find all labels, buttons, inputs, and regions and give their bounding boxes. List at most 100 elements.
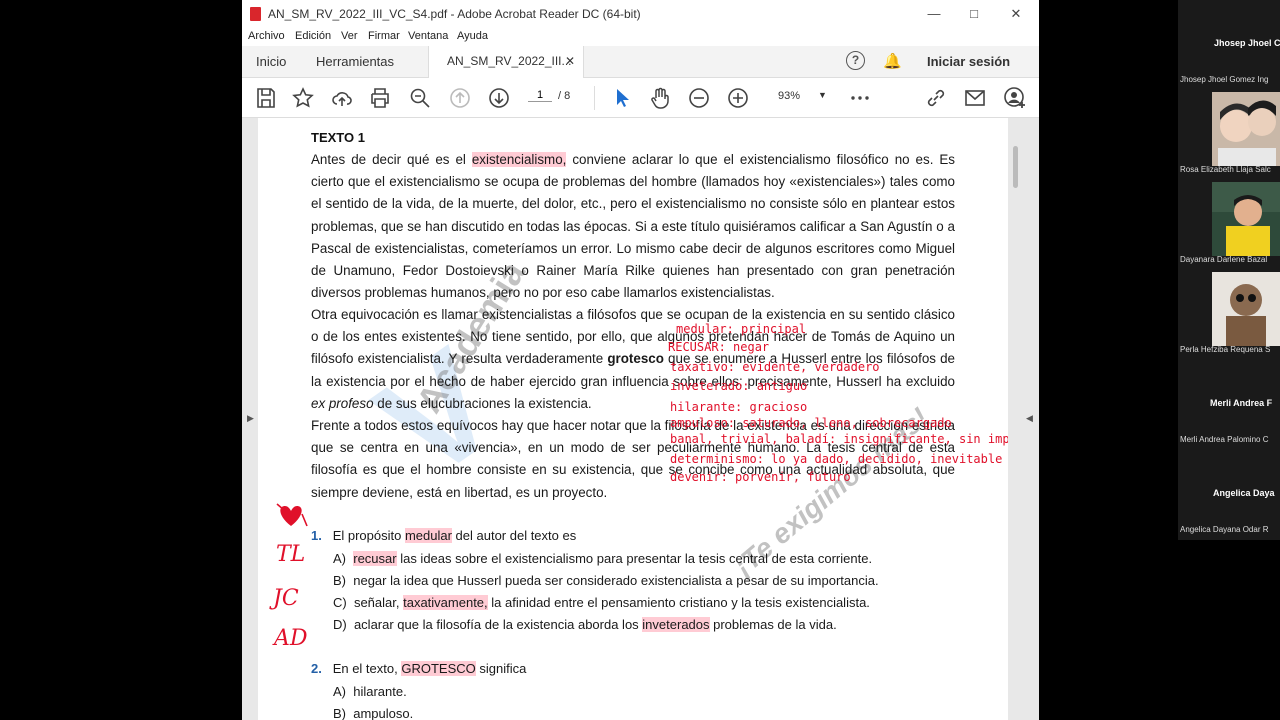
option-1d[interactable]: D) aclarar que la filosofía de la existe… <box>333 617 837 632</box>
participant-tile[interactable]: Rosa Elizabeth Llaja Salc <box>1178 90 1280 178</box>
participant-tile[interactable]: Dayanara Darlene Bazal <box>1178 180 1280 268</box>
handwritten-jc: JC <box>273 586 299 611</box>
mail-icon[interactable] <box>963 86 987 110</box>
option-text: ampuloso. <box>353 706 414 720</box>
annotation-inveterado: inveterado: antiguo <box>670 379 808 393</box>
highlight-taxativamente: taxativamente, <box>403 595 488 610</box>
zoom-in-icon[interactable] <box>726 86 750 110</box>
participant-tile[interactable]: Angelica Daya Angelica Dayana Odar R <box>1178 450 1280 538</box>
question-1-end: del autor del texto es <box>451 528 577 543</box>
option-text: hilarante. <box>353 684 407 699</box>
question-1[interactable]: 1. El propósito medular del autor del te… <box>311 528 576 543</box>
more-tools-icon[interactable] <box>848 86 872 110</box>
annotation-taxativo: taxativo: evidente, verdadero <box>670 360 880 374</box>
handwritten-ad: AD <box>274 626 308 651</box>
participant-name: Angelica Dayana Odar R <box>1180 525 1269 534</box>
save-icon[interactable] <box>254 86 278 110</box>
menu-edicion[interactable]: Edición <box>295 30 331 42</box>
option-1a[interactable]: A) recusar las ideas sobre el existencia… <box>333 551 872 566</box>
zoom-search-icon[interactable] <box>408 86 432 110</box>
page-number-input[interactable]: 1 <box>528 89 552 102</box>
menu-ventana[interactable]: Ventana <box>408 30 448 42</box>
option-1c[interactable]: C) señalar, taxativamente, la afinidad e… <box>333 595 870 610</box>
participant-video <box>1212 182 1280 256</box>
tab-herramientas[interactable]: Herramientas <box>316 54 394 69</box>
highlight-inveterados: inveterados <box>642 617 710 632</box>
maximize-button[interactable]: □ <box>954 4 994 24</box>
option-label: D) <box>333 617 347 632</box>
page-up-icon[interactable] <box>448 86 472 110</box>
handwritten-tl: TL <box>276 542 306 567</box>
zoom-out-icon[interactable] <box>687 86 711 110</box>
pdf-app-icon <box>250 7 261 21</box>
participant-name: Merli Andrea Palomino C <box>1180 435 1269 444</box>
question-2[interactable]: 2. En el texto, GROTESCO significa <box>311 661 526 676</box>
hand-tool-icon[interactable] <box>648 86 672 110</box>
annotation-medular: medular: principal <box>676 322 807 336</box>
highlight-grotesco: GROTESCO <box>401 661 476 676</box>
menu-ver[interactable]: Ver <box>341 30 358 42</box>
star-icon[interactable] <box>291 86 315 110</box>
right-panel-toggle-icon[interactable]: ◀ <box>1026 413 1033 424</box>
paragraph-1-start: Antes de decir qué es el <box>311 152 472 167</box>
option-text-start: señalar, <box>353 595 404 610</box>
menu-ayuda[interactable]: Ayuda <box>457 30 488 42</box>
text-heading: TEXTO 1 <box>311 130 365 145</box>
italic-ex-profeso: ex profeso <box>311 395 374 411</box>
question-1-number: 1. <box>311 528 322 543</box>
handwritten-heart-icon <box>276 503 308 527</box>
participant-name: Perla Hefziba Requena S <box>1180 345 1271 354</box>
participant-name: Dayanara Darlene Bazal <box>1180 255 1268 264</box>
bell-icon[interactable]: 🔔 <box>883 52 902 70</box>
participant-tile[interactable]: Merli Andrea F Merli Andrea Palomino C <box>1178 360 1280 448</box>
option-text-end: la afinidad entre el pensamiento cristia… <box>487 595 870 610</box>
menu-bar: Archivo Edición Ver Firmar Ventana Ayuda <box>242 28 1039 46</box>
option-2a[interactable]: A) hilarante. <box>333 684 407 699</box>
tab-document[interactable]: AN_SM_RV_2022_III... ✕ <box>428 46 584 78</box>
annotation-devenir: devenir: porvenir, futuro <box>670 470 851 484</box>
participants-panel: Jhosep Jhoel C Jhosep Jhoel Gomez Ing Ro… <box>1178 0 1280 540</box>
participant-tile[interactable]: Perla Hefziba Requena S <box>1178 270 1280 358</box>
help-icon[interactable]: ? <box>846 51 865 70</box>
menu-archivo[interactable]: Archivo <box>248 30 285 42</box>
page-down-icon[interactable] <box>487 86 511 110</box>
annotation-determinismo: determinismo: lo ya dado, decidido, inev… <box>670 452 1003 466</box>
window-title: AN_SM_RV_2022_III_VC_S4.pdf - Adobe Acro… <box>268 7 641 21</box>
toolbar: 1 / 8 93% ▼ <box>242 78 1039 118</box>
scrollbar-thumb[interactable] <box>1013 146 1018 188</box>
page-total: / 8 <box>558 90 571 102</box>
option-label: B) <box>333 706 346 720</box>
option-text: negar la idea que Husserl pueda ser cons… <box>353 573 879 588</box>
upload-cloud-icon[interactable] <box>330 86 354 110</box>
minimize-button[interactable]: — <box>914 4 954 24</box>
pdf-page: V Academia ¡Te exigimos más! TEXTO 1 Ant… <box>258 118 1008 720</box>
option-text: las ideas sobre el existencialismo para … <box>396 551 873 566</box>
participant-tile[interactable]: Jhosep Jhoel C Jhosep Jhoel Gomez Ing <box>1178 0 1280 88</box>
close-tab-icon[interactable]: ✕ <box>565 54 575 68</box>
option-label: B) <box>333 573 346 588</box>
annotation-recusar: RECUSAR: negar <box>668 340 770 354</box>
option-1b[interactable]: B) negar la idea que Husserl pueda ser c… <box>333 573 879 588</box>
share-link-icon[interactable] <box>924 86 948 110</box>
question-2-end: significa <box>475 661 527 676</box>
left-panel-toggle-icon[interactable]: ▶ <box>247 413 254 424</box>
signin-button[interactable]: Iniciar sesión <box>927 54 1010 69</box>
highlight-recusar: recusar <box>353 551 397 566</box>
close-window-button[interactable]: ✕ <box>996 4 1036 24</box>
tab-inicio[interactable]: Inicio <box>256 54 286 69</box>
participant-label: Merli Andrea F <box>1210 398 1273 408</box>
menu-firmar[interactable]: Firmar <box>368 30 400 42</box>
zoom-dropdown-icon[interactable]: ▼ <box>818 90 827 100</box>
participant-name: Jhosep Jhoel Gomez Ing <box>1180 75 1269 84</box>
zoom-level[interactable]: 93% <box>778 90 800 102</box>
select-cursor-icon[interactable] <box>610 86 634 110</box>
participant-label: Jhosep Jhoel C <box>1214 38 1280 48</box>
print-icon[interactable] <box>368 86 392 110</box>
highlight-medular: medular <box>404 528 452 543</box>
paragraph-1[interactable]: Antes de decir qué es el existencialismo… <box>311 149 955 304</box>
question-2-start: En el texto, <box>332 661 402 676</box>
add-user-icon[interactable] <box>1003 86 1027 110</box>
option-2b[interactable]: B) ampuloso. <box>333 706 413 720</box>
toolbar-separator <box>594 86 595 110</box>
annotation-ampuloso: ampuloso: saturado, lleno, sobrecargado <box>670 416 952 430</box>
